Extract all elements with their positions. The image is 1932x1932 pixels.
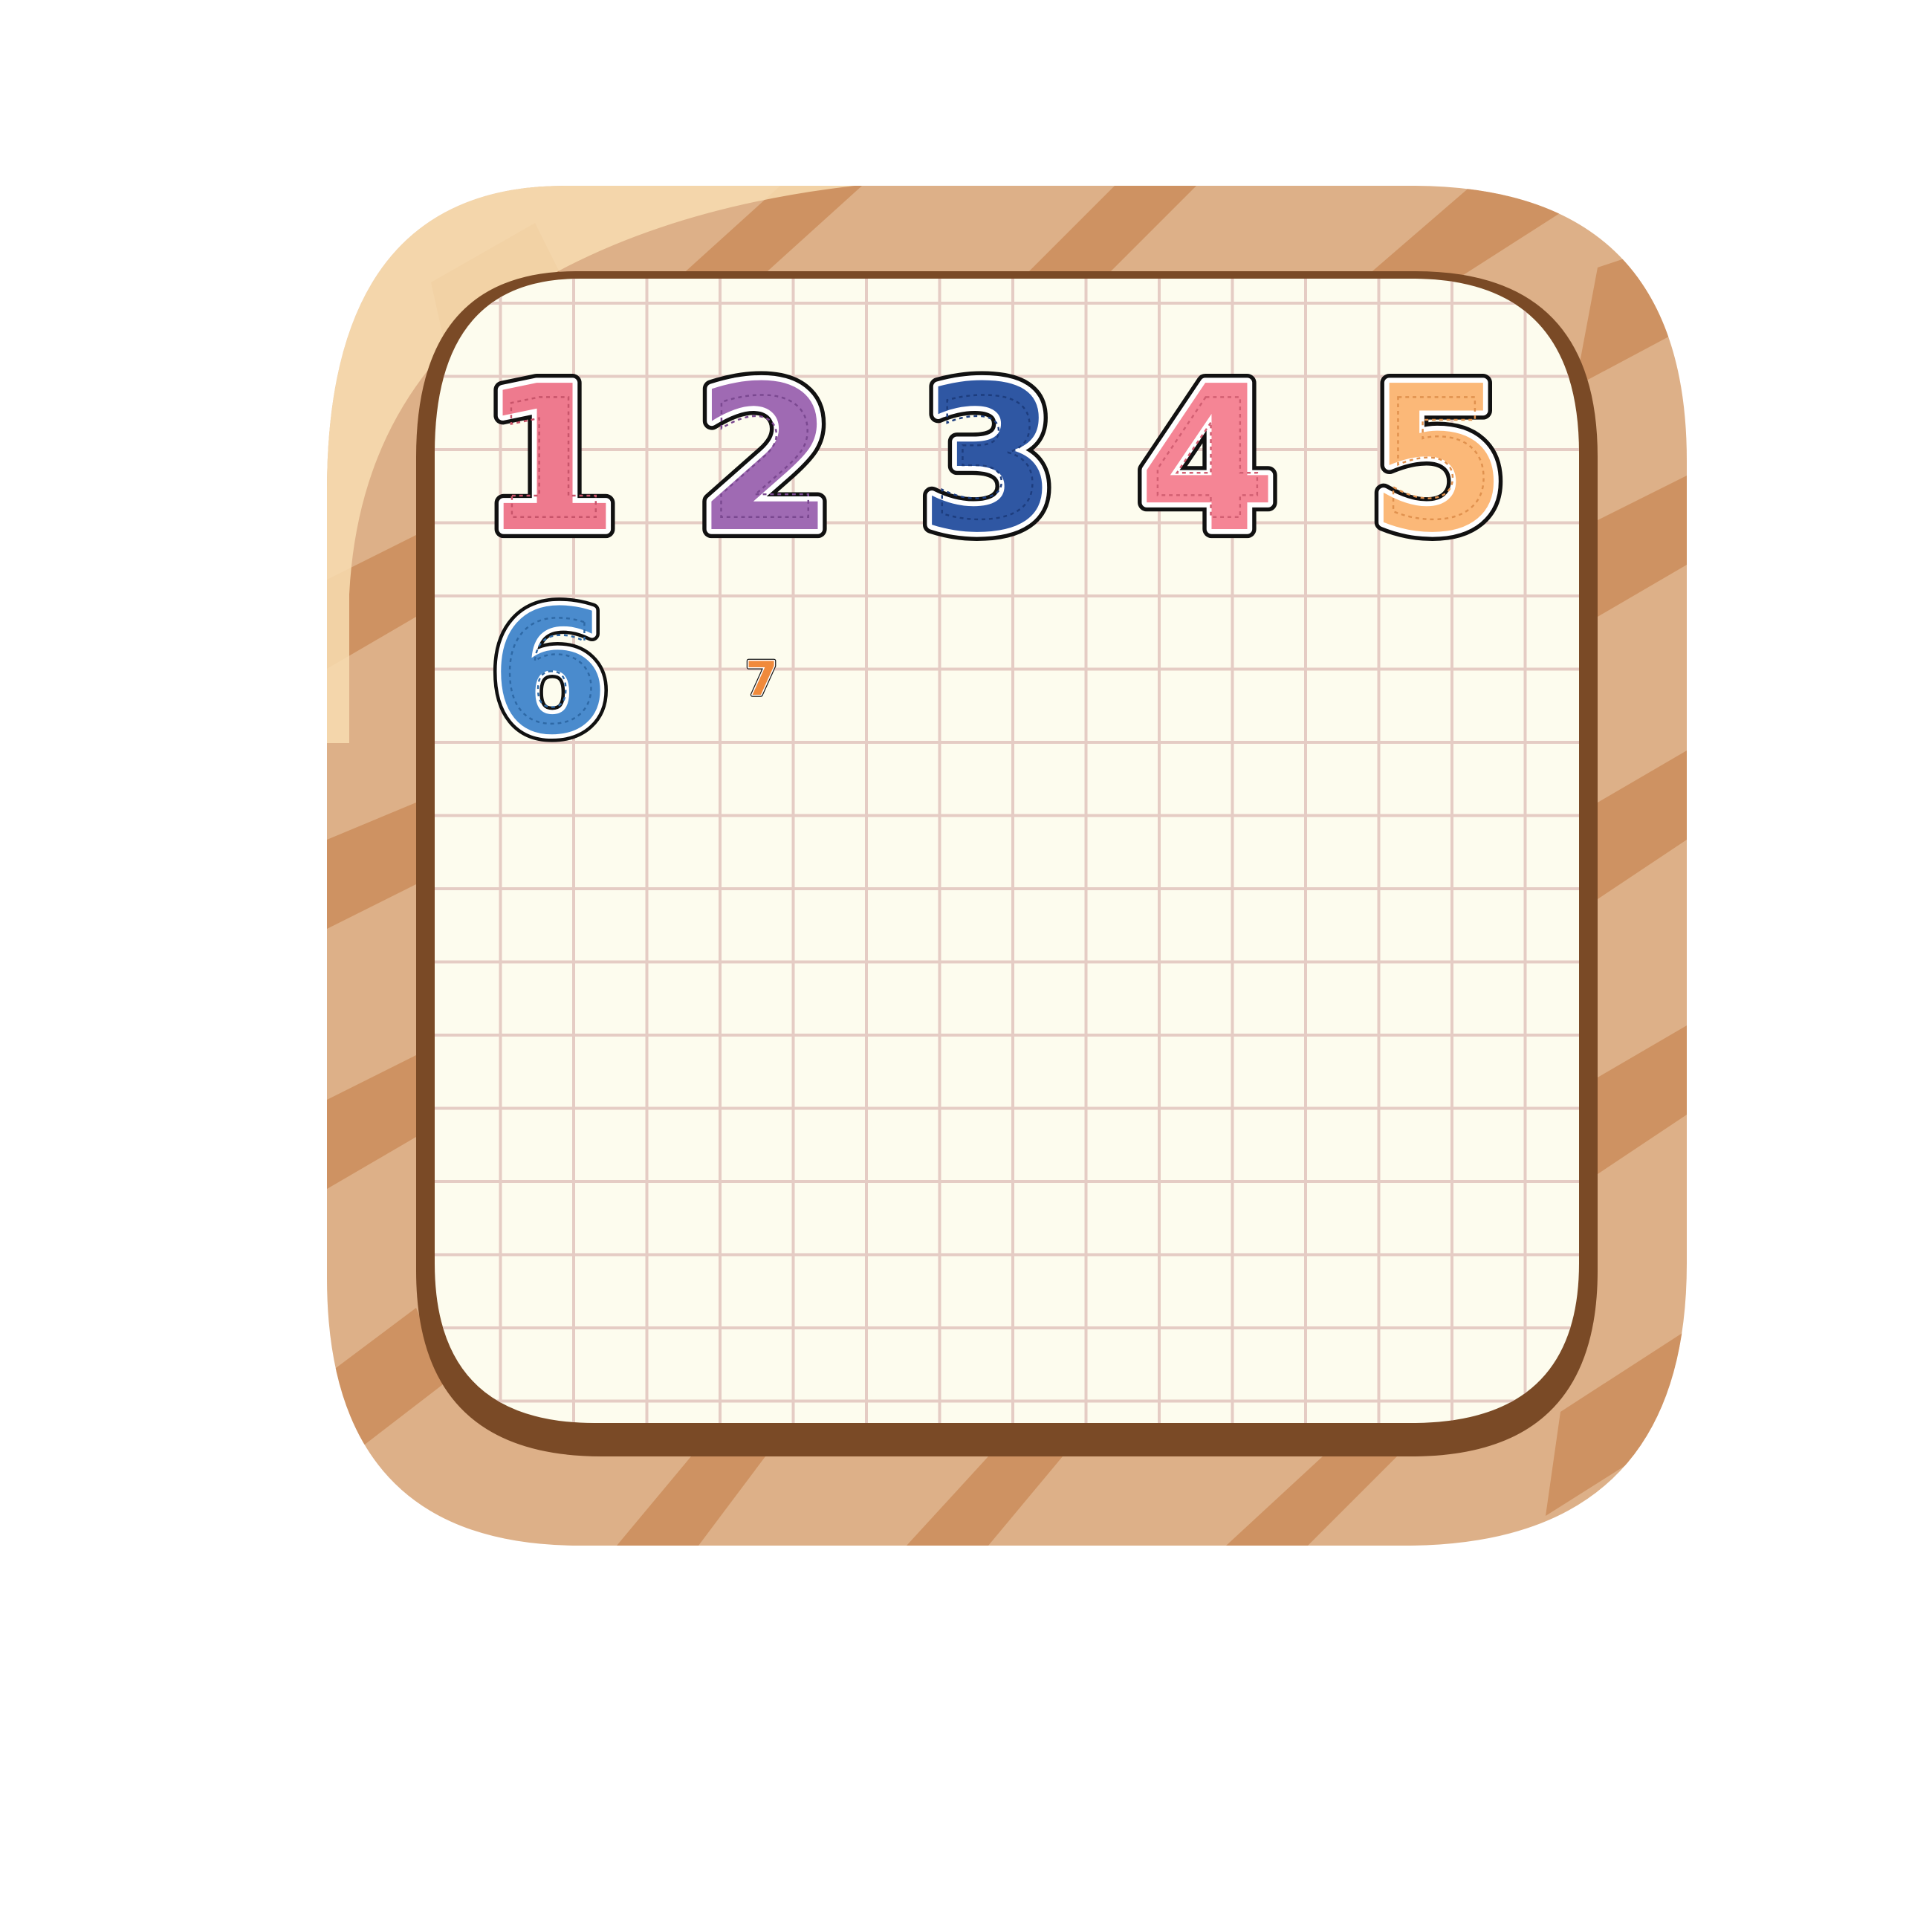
number-sticker-5: 5555 bbox=[1359, 334, 1517, 586]
number-sticker-7: 777 bbox=[744, 649, 780, 708]
number-sticker-1: 1111 bbox=[471, 334, 629, 586]
number-sticker-2: 2222 bbox=[687, 334, 844, 586]
number-stitching: 2 bbox=[708, 365, 823, 557]
number-stitching: 6 bbox=[501, 592, 598, 755]
number-sticker-4: 4444 bbox=[1129, 334, 1286, 586]
number-sticker-6: 6666 bbox=[483, 567, 617, 781]
number-board-illustration: 1111 2222 3333 4444 5555 6666 777 bbox=[327, 186, 1687, 1546]
number-sticker-3: 3333 bbox=[910, 334, 1067, 586]
number-stitching: 1 bbox=[493, 365, 607, 557]
number-stitching: 5 bbox=[1381, 365, 1495, 557]
number-stitching: 4 bbox=[1150, 365, 1265, 557]
number-label: 7 bbox=[745, 652, 777, 706]
number-stitching: 3 bbox=[931, 365, 1046, 557]
